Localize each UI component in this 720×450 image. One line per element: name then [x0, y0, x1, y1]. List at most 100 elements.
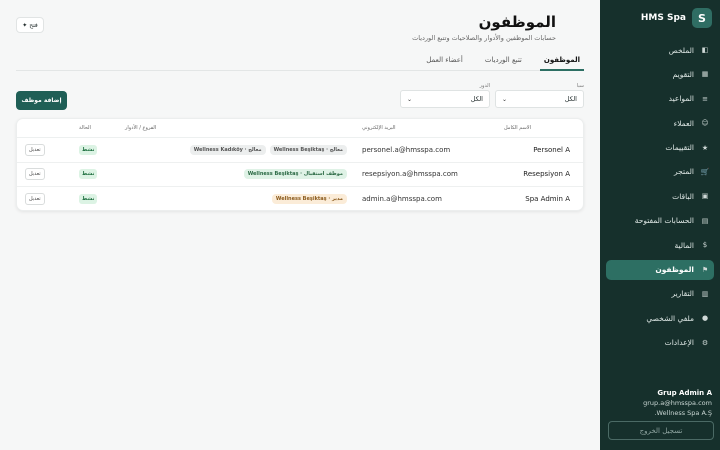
sidebar-item-store[interactable]: 🛒 المتجر: [606, 162, 714, 182]
clipboard-icon: ▤: [701, 216, 709, 225]
brand-logo: S: [692, 8, 712, 28]
dashboard-icon: ◧: [701, 46, 709, 54]
sidebar-item-label: ملفي الشخصي: [646, 313, 694, 323]
staff-email: admin.a@hmsspa.com: [362, 195, 442, 204]
calendar-icon: ▦: [701, 70, 709, 79]
table-row: Personel A personel.a@hmsspa.com Wellnes…: [17, 138, 583, 163]
staff-name: Personel A: [533, 145, 570, 154]
user-info: Grup Admin A grup.a@hmsspa.com Wellness …: [643, 389, 712, 417]
gear-icon: ⚙: [701, 338, 709, 347]
logout-button[interactable]: تسجيل الخروج: [608, 421, 714, 440]
status-cell: نشط: [79, 163, 98, 187]
spa-filter-label: سبا: [576, 83, 584, 89]
edit-cell: تعديل: [25, 138, 45, 162]
edit-cell: تعديل: [25, 187, 45, 210]
staff-roles: Wellness Kadıköy · معالج Wellness Beşikt…: [187, 138, 347, 162]
sidebar-item-summary[interactable]: ◧ الملخص: [606, 40, 714, 60]
money-bag-icon: $: [702, 241, 708, 250]
sidebar-item-label: التقارير: [671, 289, 694, 299]
table-header: الاسم الكامل البريد الإلكتروني الفروع / …: [17, 119, 583, 138]
list-icon: ≡: [702, 94, 708, 103]
staff-table: الاسم الكامل البريد الإلكتروني الفروع / …: [16, 118, 584, 211]
staff-roles: Wellness Beşiktaş · موظف استقبال: [187, 163, 347, 187]
chevron-down-icon: ⌄: [407, 95, 413, 103]
sidebar-item-label: التقييمات: [665, 143, 694, 153]
sidebar-nav: ◧ الملخص ▦ التقويم ≡ المواعيد ☺ العملاء ★ الت…: [606, 40, 714, 357]
status-cell: نشط: [79, 138, 98, 162]
sidebar-item-label: الموظفون: [655, 265, 694, 275]
open-button[interactable]: فتح ✦: [16, 17, 44, 33]
table-row: Resepsiyon A resepsiyon.a@hmsspa.com Wel…: [17, 163, 583, 187]
sparkle-icon: ✦: [22, 21, 28, 29]
flag-icon: ⚑: [701, 265, 709, 274]
status-badge: نشط: [79, 194, 98, 205]
staff-email: personel.a@hmsspa.com: [362, 145, 451, 154]
sidebar-item-settings[interactable]: ⚙ الإعدادات: [606, 333, 714, 353]
staff-name: Resepsiyon A: [523, 170, 570, 179]
sidebar-item-label: المالية: [674, 240, 694, 250]
header-status: الحالة: [79, 125, 91, 131]
status-cell: نشط: [79, 187, 98, 210]
header-email: البريد الإلكتروني: [362, 125, 396, 131]
tab-staff[interactable]: الموظفون: [539, 54, 584, 71]
sidebar-item-customers[interactable]: ☺ العملاء: [606, 113, 714, 133]
sidebar-item-finance[interactable]: $ المالية: [606, 235, 714, 255]
header-name: الاسم الكامل: [503, 125, 531, 131]
header-roles: الفروع / الأدوار: [125, 125, 157, 131]
chart-icon: ▥: [701, 289, 709, 298]
star-icon: ★: [701, 143, 709, 152]
staff-roles: Wellness Beşiktaş · مدير: [187, 187, 347, 210]
role-badge: Wellness Kadıköy · معالج: [189, 144, 266, 155]
role-badge: Wellness Beşiktaş · معالج: [269, 144, 347, 155]
spa-filter-select[interactable]: الكل ⌄: [495, 90, 584, 108]
sidebar-item-staff[interactable]: ⚑ الموظفون: [606, 259, 714, 280]
edit-button[interactable]: تعديل: [25, 168, 45, 181]
sidebar-item-appointments[interactable]: ≡ المواعيد: [606, 89, 714, 109]
main-content: الموظفون حسابات الموظفين والأدوار والصلا…: [0, 0, 600, 450]
tab-work-members[interactable]: أعضاء العمل: [422, 54, 467, 71]
add-staff-button[interactable]: إضافة موظف: [16, 91, 67, 110]
brand-name: HMS Spa: [640, 13, 686, 23]
sidebar-item-label: العملاء: [673, 118, 694, 128]
tabs: الموظفون تتبع الورديات أعضاء العمل: [16, 54, 584, 71]
smile-icon: ☺: [701, 119, 709, 128]
package-icon: ▣: [701, 192, 709, 201]
spa-filter-value: الكل: [564, 95, 577, 103]
sidebar-item-label: المواعيد: [668, 94, 694, 104]
role-badge: Wellness Beşiktaş · مدير: [271, 194, 347, 205]
sidebar-item-open-accounts[interactable]: ▤ الحسابات المفتوحة: [606, 211, 714, 231]
sidebar-item-label: الإعدادات: [664, 338, 694, 348]
sidebar-item-label: التقويم: [672, 69, 694, 79]
role-filter-select[interactable]: الكل ⌄: [400, 90, 490, 108]
staff-name: Spa Admin A: [525, 195, 570, 204]
sidebar-item-reviews[interactable]: ★ التقييمات: [606, 138, 714, 158]
role-filter-value: الكل: [470, 95, 483, 103]
cart-icon: 🛒: [700, 167, 710, 176]
user-email: grup.a@hmsspa.com: [643, 399, 712, 407]
sidebar-item-packages[interactable]: ▣ الباقات: [606, 186, 714, 206]
sidebar-item-label: المتجر: [674, 167, 694, 177]
sidebar-item-reports[interactable]: ▥ التقارير: [606, 284, 714, 304]
staff-email: resepsiyon.a@hmsspa.com: [362, 170, 458, 179]
chevron-down-icon: ⌄: [502, 95, 508, 103]
user-name: Grup Admin A: [657, 389, 712, 397]
sidebar-item-label: الحسابات المفتوحة: [634, 216, 694, 226]
sidebar-item-label: الملخص: [668, 45, 694, 55]
role-filter-label: الدور: [479, 83, 490, 89]
sidebar-item-profile[interactable]: ● ملفي الشخصي: [606, 308, 714, 328]
sidebar-item-calendar[interactable]: ▦ التقويم: [606, 64, 714, 84]
edit-cell: تعديل: [25, 163, 45, 187]
edit-button[interactable]: تعديل: [25, 143, 45, 156]
user-icon: ●: [701, 314, 709, 323]
tab-shift-tracking[interactable]: تتبع الورديات: [481, 54, 526, 71]
sidebar-item-label: الباقات: [672, 191, 694, 201]
role-badge: Wellness Beşiktaş · موظف استقبال: [243, 169, 347, 180]
status-badge: نشط: [79, 169, 98, 180]
edit-button[interactable]: تعديل: [25, 193, 45, 206]
brand: S HMS Spa: [641, 8, 712, 28]
table-row: Spa Admin A admin.a@hmsspa.com Wellness …: [17, 187, 583, 210]
user-company: Wellness Spa A.Ş.: [654, 409, 712, 417]
sidebar: S HMS Spa ◧ الملخص ▦ التقويم ≡ المواعيد ☺ ال…: [600, 0, 720, 450]
page-subtitle: حسابات الموظفين والأدوار والصلاحيات وتتب…: [412, 34, 556, 42]
open-button-label: فتح: [29, 21, 38, 29]
